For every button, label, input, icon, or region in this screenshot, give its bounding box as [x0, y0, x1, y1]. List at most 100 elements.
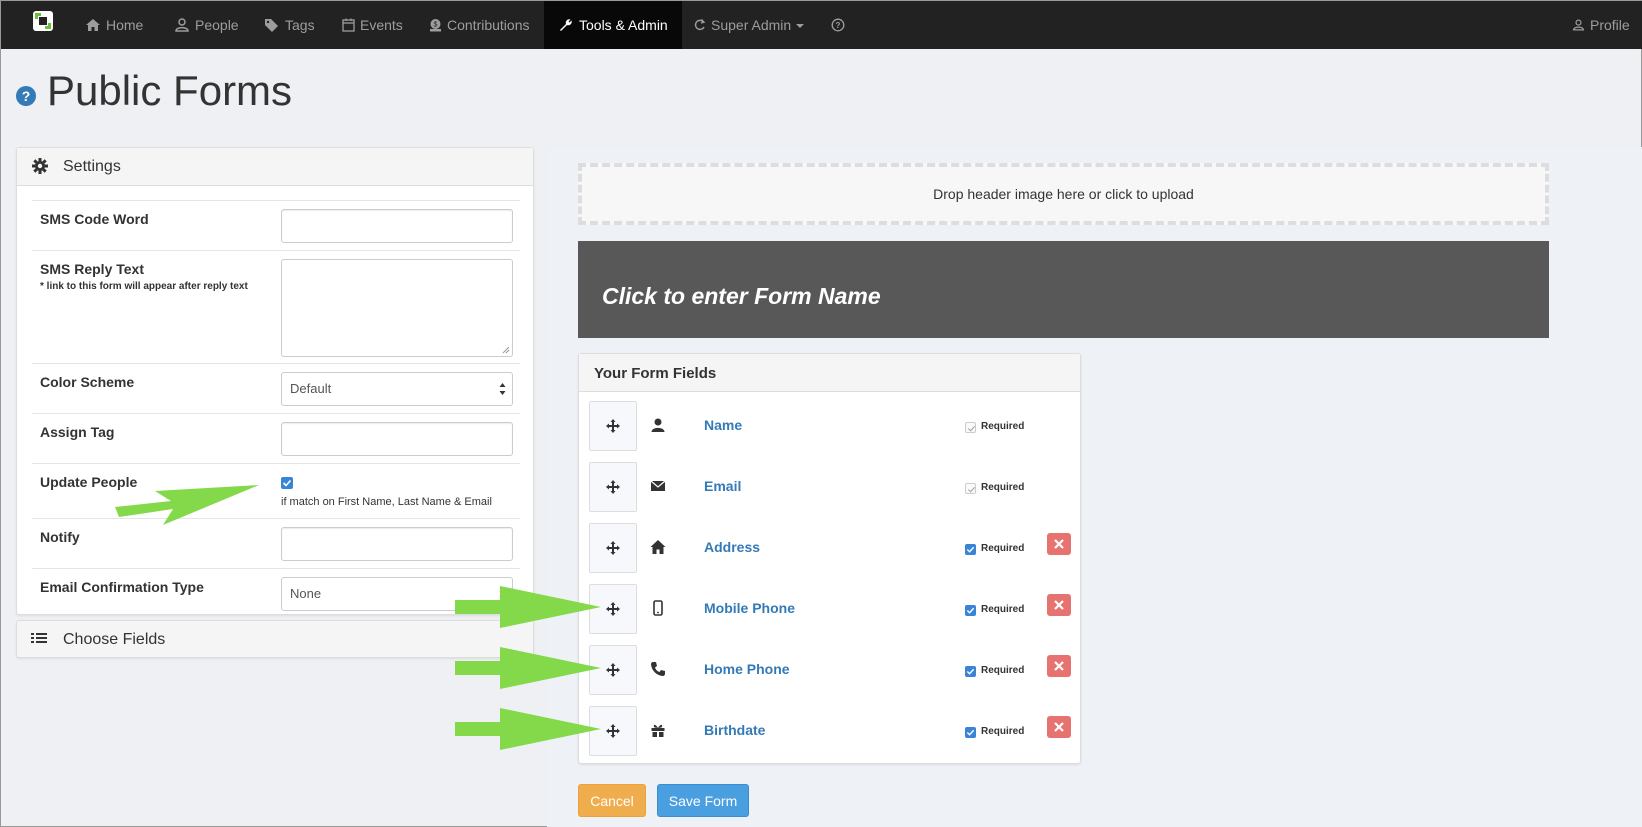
app-logo-icon[interactable] — [31, 9, 55, 33]
required-label: Required — [981, 482, 1025, 493]
nav-item-profile[interactable]: Profile — [1572, 1, 1630, 49]
move-icon — [606, 419, 620, 433]
remove-field-button[interactable] — [1047, 655, 1071, 677]
form-field-row: Email Required — [579, 462, 1082, 522]
check-icon — [966, 546, 975, 553]
nav-label-events: Events — [360, 17, 403, 33]
cancel-button[interactable]: Cancel — [578, 784, 646, 817]
gift-icon — [651, 724, 665, 737]
required-label: Required — [981, 421, 1025, 432]
required-checkbox-email — [965, 483, 976, 494]
nav-label-super-admin: Super Admin — [711, 17, 792, 33]
form-field-row: Home Phone Required — [579, 645, 1082, 705]
settings-panel-heading[interactable]: Settings — [17, 148, 533, 186]
settings-heading-label: Settings — [63, 158, 121, 175]
required-label: Required — [981, 665, 1025, 676]
assign-tag-input[interactable] — [281, 422, 513, 456]
required-checkbox-home-phone[interactable] — [965, 666, 976, 677]
drag-handle[interactable] — [589, 584, 637, 634]
drag-handle[interactable] — [589, 401, 637, 451]
save-form-button[interactable]: Save Form — [657, 784, 749, 817]
select-arrows-icon — [499, 588, 506, 600]
nav-item-tools-admin[interactable]: Tools & Admin — [544, 1, 682, 49]
close-icon — [1054, 600, 1064, 610]
home-icon — [650, 540, 666, 554]
nav-label-tags: Tags — [285, 17, 315, 33]
form-name-bar[interactable]: Click to enter Form Name — [578, 241, 1549, 338]
drag-handle[interactable] — [589, 462, 637, 512]
calendar-icon — [342, 18, 355, 32]
envelope-icon — [650, 480, 666, 491]
email-confirmation-type-value: None — [290, 586, 322, 601]
nav-item-tags[interactable]: Tags — [264, 1, 315, 49]
page-title: Public Forms — [47, 67, 293, 114]
required-checkbox-name — [965, 422, 976, 433]
nav-label-contributions: Contributions — [447, 17, 530, 33]
field-label-home-phone[interactable]: Home Phone — [704, 661, 790, 677]
drag-handle[interactable] — [589, 523, 637, 573]
notify-input[interactable] — [281, 527, 513, 561]
move-icon — [606, 480, 620, 494]
notify-label: Notify — [40, 529, 80, 545]
nav-label-people: People — [195, 17, 239, 33]
update-people-row: Update People if match on First Name, La… — [32, 463, 520, 518]
form-field-row: Birthdate Required — [579, 706, 1082, 766]
help-icon[interactable]: ? — [16, 86, 36, 106]
app-frame: Home People Tags Events $ Contributions T… — [0, 0, 1642, 827]
sms-code-word-input[interactable] — [281, 209, 513, 243]
remove-field-button[interactable] — [1047, 716, 1071, 738]
required-checkbox-birthdate[interactable] — [965, 727, 976, 738]
mobile-phone-icon — [653, 600, 663, 616]
nav-item-home[interactable]: Home — [85, 1, 143, 49]
email-confirmation-type-label: Email Confirmation Type — [40, 579, 204, 595]
field-label-name[interactable]: Name — [704, 417, 742, 433]
sms-reply-text-label: SMS Reply Text — [40, 261, 144, 277]
update-people-checkbox[interactable] — [281, 477, 293, 489]
color-scheme-select[interactable]: Default — [281, 372, 513, 406]
gear-icon — [32, 158, 48, 174]
nav-item-contributions[interactable]: $ Contributions — [429, 1, 530, 49]
close-icon — [1054, 661, 1064, 671]
resize-handle-icon[interactable] — [502, 346, 510, 354]
svg-text:$: $ — [434, 22, 438, 29]
close-icon — [1054, 722, 1064, 732]
assign-tag-row: Assign Tag — [32, 413, 520, 463]
wrench-icon — [560, 19, 572, 31]
move-icon — [606, 724, 620, 738]
remove-field-button[interactable] — [1047, 594, 1071, 616]
header-image-dropzone[interactable]: Drop header image here or click to uploa… — [578, 163, 1549, 225]
check-icon — [966, 729, 975, 736]
settings-panel: Settings SMS Code Word SMS Reply Text * … — [16, 147, 534, 615]
select-arrows-icon — [499, 383, 506, 395]
nav-item-super-admin[interactable]: Super Admin — [693, 1, 805, 49]
list-icon — [31, 633, 47, 643]
refresh-icon — [694, 19, 706, 31]
form-fields-panel: Your Form Fields Name Required Email Req… — [578, 353, 1081, 764]
dropzone-text: Drop header image here or click to uploa… — [933, 186, 1194, 202]
form-field-row: Address Required — [579, 523, 1082, 583]
drag-handle[interactable] — [589, 645, 637, 695]
email-confirmation-type-select[interactable]: None — [281, 577, 513, 611]
nav-item-people[interactable]: People — [174, 1, 239, 49]
color-scheme-label: Color Scheme — [40, 374, 135, 390]
sms-code-word-row: SMS Code Word — [32, 200, 520, 250]
field-label-mobile-phone[interactable]: Mobile Phone — [704, 600, 795, 616]
sms-reply-text-note: * link to this form will appear after re… — [40, 281, 248, 292]
user-icon — [1573, 19, 1584, 31]
nav-item-events[interactable]: Events — [342, 1, 403, 49]
form-fields-heading-label: Your Form Fields — [594, 365, 717, 382]
nav-item-help[interactable]: ? — [830, 1, 851, 49]
field-label-address[interactable]: Address — [704, 539, 760, 555]
user-icon — [651, 418, 665, 432]
choose-fields-panel-heading[interactable]: Choose Fields — [16, 620, 534, 658]
field-label-email[interactable]: Email — [704, 478, 741, 494]
sms-code-word-label: SMS Code Word — [40, 211, 149, 227]
required-label: Required — [981, 726, 1025, 737]
drag-handle[interactable] — [589, 706, 637, 756]
nav-label-profile: Profile — [1590, 17, 1630, 33]
sms-reply-text-textarea[interactable] — [281, 259, 513, 357]
required-checkbox-address[interactable] — [965, 544, 976, 555]
remove-field-button[interactable] — [1047, 533, 1071, 555]
field-label-birthdate[interactable]: Birthdate — [704, 722, 765, 738]
required-checkbox-mobile-phone[interactable] — [965, 605, 976, 616]
